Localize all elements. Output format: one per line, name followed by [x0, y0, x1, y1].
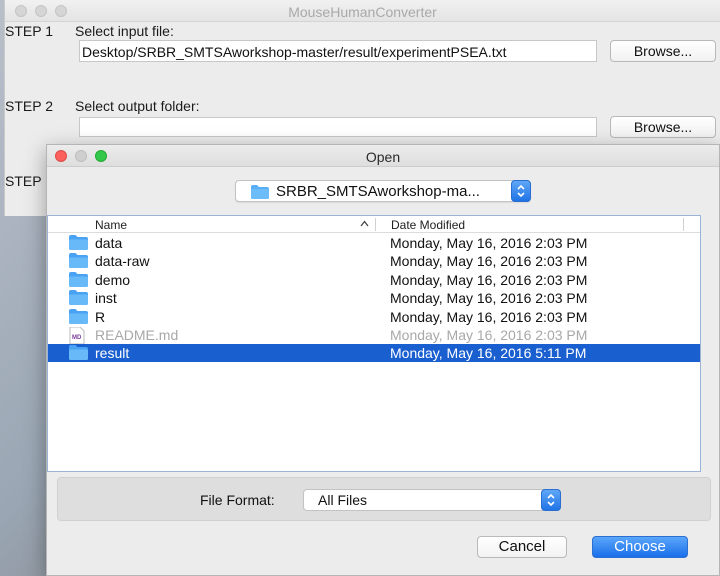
file-row[interactable]: data-raw Monday, May 16, 2016 2:03 PM: [48, 252, 700, 270]
choose-button[interactable]: Choose: [592, 536, 688, 558]
file-browser[interactable]: Name Date Modified data Monday, May 16, 2…: [47, 215, 701, 472]
file-row[interactable]: R Monday, May 16, 2016 2:03 PM: [48, 308, 700, 326]
folder-icon: [251, 185, 269, 199]
dialog-titlebar: Open: [47, 145, 719, 167]
file-date-modified: Monday, May 16, 2016 5:11 PM: [390, 345, 587, 362]
file-row[interactable]: result Monday, May 16, 2016 5:11 PM: [48, 344, 700, 365]
file-date-modified: Monday, May 16, 2016 2:03 PM: [390, 253, 588, 270]
output-folder-field[interactable]: [79, 117, 597, 137]
file-row[interactable]: MD README.md Monday, May 16, 2016 2:03 PM: [48, 326, 700, 345]
sort-ascending-icon: [360, 220, 369, 227]
browse-input-button[interactable]: Browse...: [610, 40, 716, 62]
file-date-modified: Monday, May 16, 2016 2:03 PM: [390, 271, 588, 288]
scrollbar-track[interactable]: [701, 215, 719, 472]
column-divider[interactable]: [375, 218, 376, 231]
step1-prompt: Select input file:: [75, 23, 174, 39]
file-name: README.md: [95, 327, 179, 343]
date-column-header[interactable]: Date Modified: [391, 218, 465, 232]
file-date-modified: Monday, May 16, 2016 2:03 PM: [390, 290, 588, 307]
file-row[interactable]: inst Monday, May 16, 2016 2:03 PM: [48, 289, 700, 307]
folder-icon: [69, 345, 88, 365]
step1-label: STEP 1: [5, 23, 53, 39]
location-popup[interactable]: SRBR_SMTSAworkshop-ma...: [235, 180, 531, 202]
file-row[interactable]: demo Monday, May 16, 2016 2:03 PM: [48, 271, 700, 289]
step3-label: STEP: [5, 173, 42, 189]
file-name: result: [95, 345, 130, 362]
file-name: inst: [95, 290, 117, 307]
name-column-header[interactable]: Name: [95, 218, 127, 232]
input-file-field[interactable]: Desktop/SRBR_SMTSAworkshop-master/result…: [79, 40, 597, 62]
svg-text:MD: MD: [72, 335, 82, 341]
column-divider[interactable]: [683, 218, 684, 231]
main-titlebar: MouseHumanConverter: [5, 0, 720, 22]
file-name: R: [95, 308, 106, 325]
file-format-value: All Files: [318, 492, 368, 508]
location-label: SRBR_SMTSAworkshop-ma...: [276, 183, 480, 200]
open-dialog: Open SRBR_SMTSAworkshop-ma... Name Date …: [46, 144, 720, 576]
column-header: Name Date Modified: [48, 216, 700, 233]
file-row[interactable]: data Monday, May 16, 2016 2:03 PM: [48, 234, 700, 252]
file-format-select[interactable]: All Files: [303, 489, 561, 511]
file-name: demo: [95, 271, 131, 288]
file-date-modified: Monday, May 16, 2016 2:03 PM: [390, 308, 588, 325]
file-format-bar: File Format: All Files: [57, 477, 711, 521]
file-name: data: [95, 235, 123, 251]
dialog-title: Open: [365, 149, 401, 165]
step2-label: STEP 2: [5, 98, 53, 114]
step2-prompt: Select output folder:: [75, 98, 200, 114]
browse-output-button[interactable]: Browse...: [610, 116, 716, 138]
file-name: data-raw: [95, 253, 150, 270]
up-down-chevron-icon: [541, 489, 561, 511]
window-title: MouseHumanConverter: [288, 4, 437, 20]
file-format-label: File Format:: [200, 492, 275, 508]
file-date-modified: Monday, May 16, 2016 2:03 PM: [390, 235, 588, 251]
file-date-modified: Monday, May 16, 2016 2:03 PM: [390, 327, 588, 343]
up-down-chevron-icon: [511, 180, 531, 202]
cancel-button[interactable]: Cancel: [477, 536, 567, 558]
